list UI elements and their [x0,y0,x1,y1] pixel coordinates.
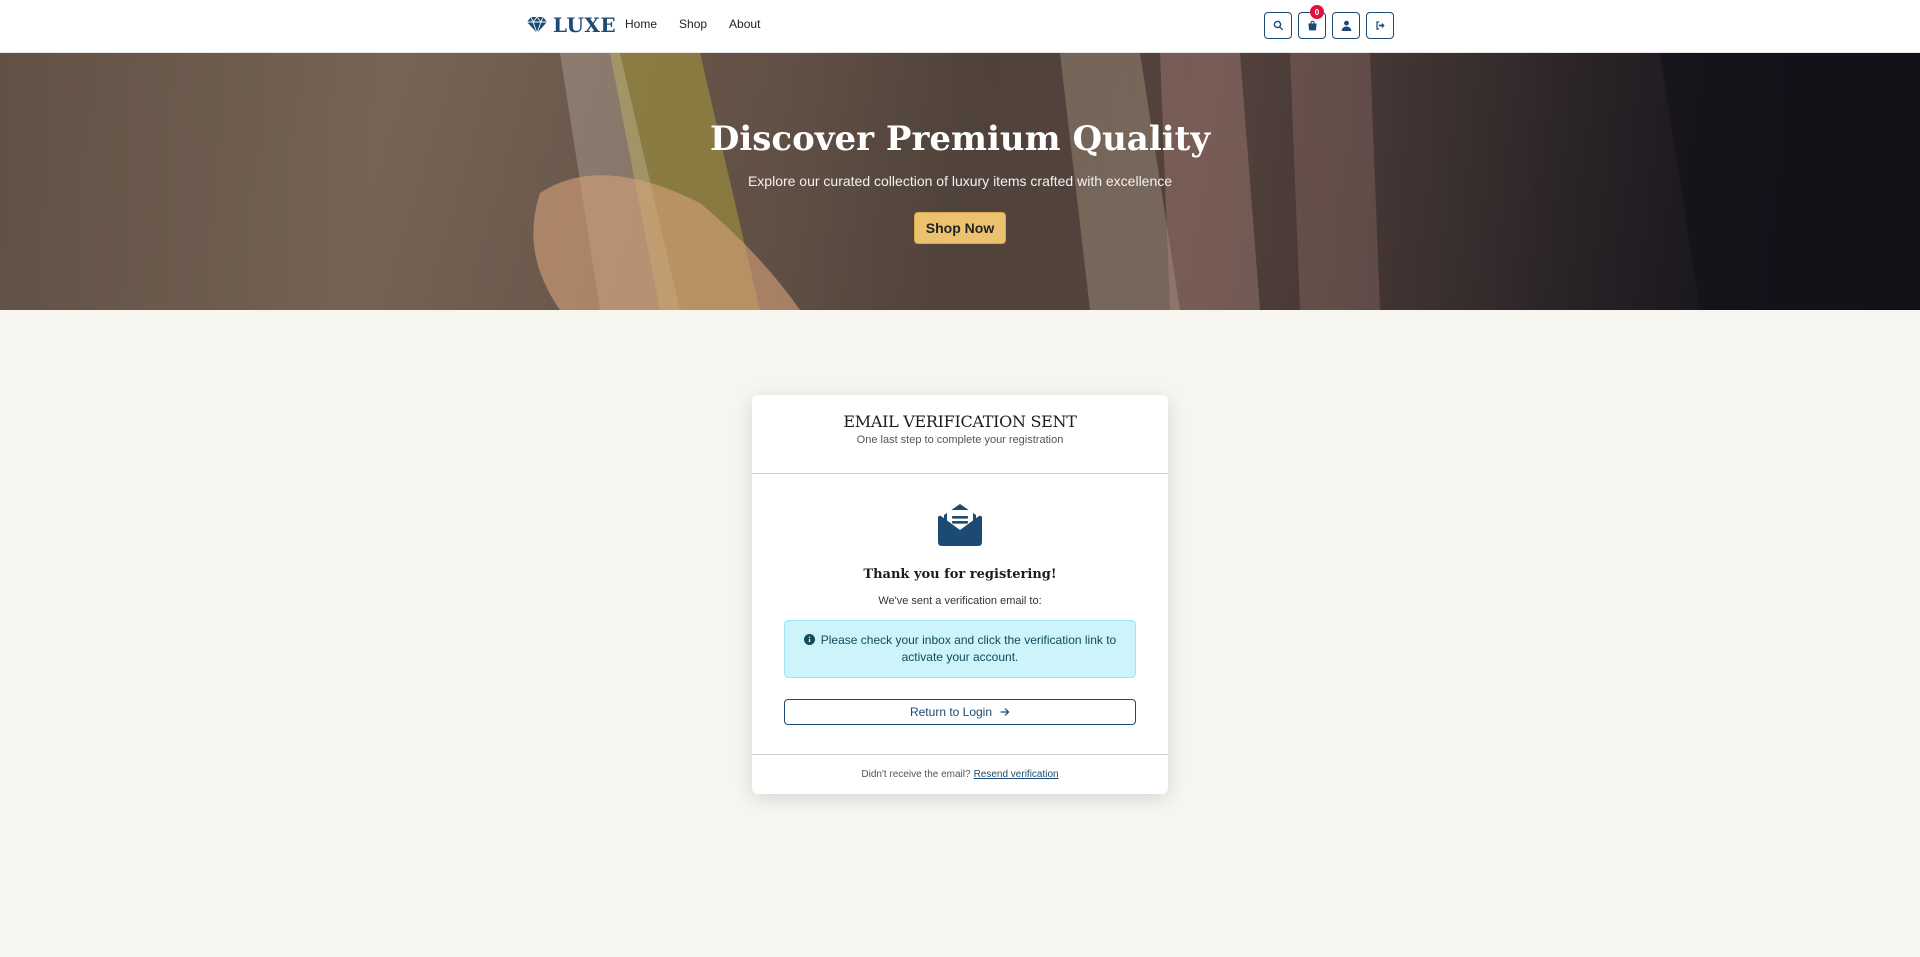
search-button[interactable] [1264,12,1292,39]
nav-link-about[interactable]: About [729,17,760,31]
card-subtitle: One last step to complete your registrat… [856,434,1064,446]
cart-button[interactable]: 0 [1298,5,1326,39]
diamond-icon [527,16,547,34]
hero-title: Discover Premium Quality [709,119,1211,159]
card-title: EMAIL VERIFICATION SENT [843,412,1077,431]
shop-now-button[interactable]: Shop Now [914,212,1006,244]
brand-logo[interactable]: LUXE [527,13,616,37]
thank-you-heading: Thank you for registering! [863,567,1057,582]
search-icon [1273,20,1283,31]
logout-button[interactable] [1366,12,1394,39]
account-button[interactable] [1332,12,1360,39]
nav-links: Home Shop About [625,17,760,31]
user-icon [1341,20,1351,31]
hero-subtitle: Explore our curated collection of luxury… [747,173,1173,189]
nav-actions: 0 [1264,5,1394,39]
footer-text: Didn't receive the email? [861,769,971,780]
card-body: Thank you for registering! We've sent a … [752,474,1168,753]
return-to-login-button[interactable]: Return to Login [784,699,1136,725]
top-navbar: LUXE Home Shop About 0 [0,0,1920,53]
info-alert: Please check your inbox and click the ve… [784,620,1136,678]
alert-message: Please check your inbox and click the ve… [799,632,1121,666]
cart-count-badge: 0 [1310,5,1324,19]
sent-to-text: We've sent a verification email to: [878,595,1042,607]
logout-icon [1375,21,1385,30]
nav-link-home[interactable]: Home [625,17,657,31]
return-to-login-label: Return to Login [909,705,993,719]
info-circle-icon [803,634,815,645]
nav-link-shop[interactable]: Shop [679,17,707,31]
card-footer: Didn't receive the email? Resend verific… [752,754,1168,794]
hero-banner: Discover Premium Quality Explore our cur… [0,53,1920,310]
arrow-right-icon [1000,708,1010,716]
envelope-open-text-icon [938,504,982,546]
alert-text: Please check your inbox and click the ve… [820,633,1117,664]
resend-verification-link[interactable]: Resend verification [974,769,1059,780]
verification-card: EMAIL VERIFICATION SENT One last step to… [752,395,1168,794]
card-header: EMAIL VERIFICATION SENT One last step to… [752,395,1168,474]
brand-name: LUXE [553,13,617,37]
shopping-bag-icon [1307,20,1317,31]
